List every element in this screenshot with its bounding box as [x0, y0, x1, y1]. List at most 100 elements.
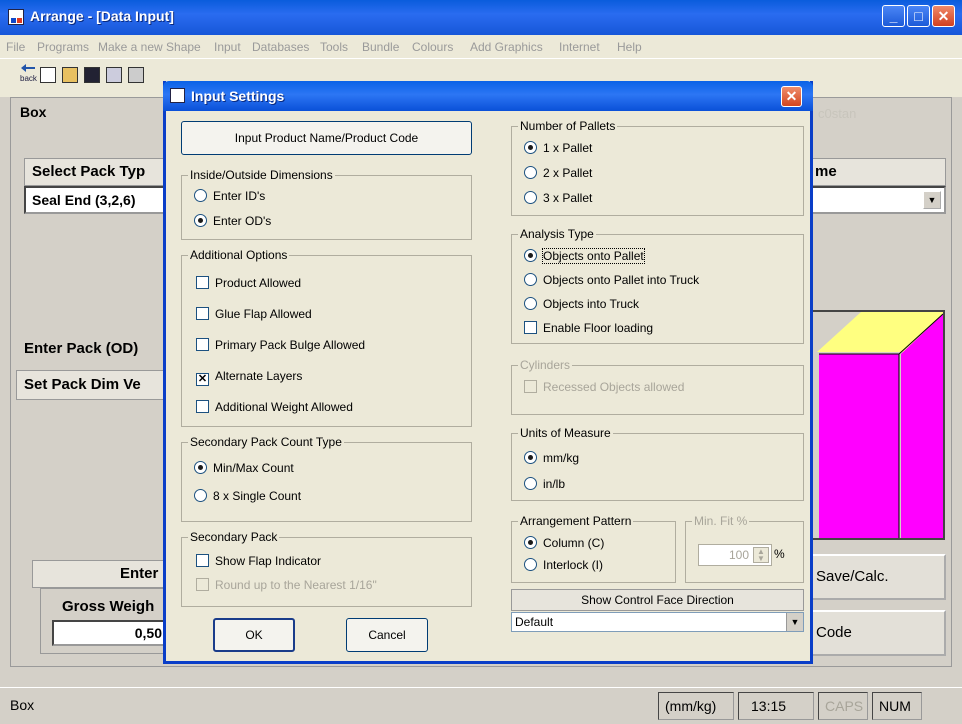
menu-make-shape[interactable]: Make a new Shape: [98, 40, 201, 54]
round-up-checkbox: Round up to the Nearest 1/16": [196, 578, 377, 592]
back-button[interactable]: back: [20, 63, 37, 83]
additional-weight-checkbox[interactable]: Additional Weight Allowed: [196, 400, 353, 414]
menu-input[interactable]: Input: [214, 40, 241, 54]
status-units: (mm/kg): [658, 692, 734, 720]
menu-bundle[interactable]: Bundle: [362, 40, 399, 54]
save-disk-icon[interactable]: [84, 67, 100, 83]
close-button[interactable]: ✕: [932, 5, 955, 27]
floor-loading-label: Enable Floor loading: [543, 321, 654, 335]
radio-icon: [524, 273, 537, 286]
enter-ids-label: Enter ID's: [213, 189, 266, 203]
menu-programs[interactable]: Programs: [37, 40, 89, 54]
radio-selected-icon: [194, 214, 207, 227]
input-settings-dialog: Input Settings ✕ Input Product Name/Prod…: [163, 81, 813, 664]
menu-file[interactable]: File: [6, 40, 25, 54]
input-product-name-button[interactable]: Input Product Name/Product Code: [181, 121, 472, 155]
min-max-count-radio[interactable]: Min/Max Count: [194, 461, 294, 475]
interlock-radio[interactable]: Interlock (I): [524, 558, 603, 572]
checkbox-disabled-icon: [196, 578, 209, 591]
objects-onto-pallet-radio[interactable]: Objects onto Pallet: [524, 248, 645, 264]
enter-ods-radio[interactable]: Enter OD's: [194, 214, 271, 228]
spinner-arrows-icon: ▲ ▼: [753, 547, 769, 563]
product-allowed-checkbox[interactable]: Product Allowed: [196, 276, 301, 290]
back-label: back: [20, 74, 37, 83]
status-num: NUM: [872, 692, 922, 720]
pallet-into-truck-label: Objects onto Pallet into Truck: [543, 273, 700, 287]
radio-icon: [194, 189, 207, 202]
menu-databases[interactable]: Databases: [252, 40, 309, 54]
radio-selected-icon: [524, 249, 537, 262]
dialog-close-button[interactable]: ✕: [781, 86, 802, 107]
gross-weight-field[interactable]: 0,50: [52, 620, 170, 646]
control-face-value: Default: [515, 615, 554, 629]
minimize-button[interactable]: _: [882, 5, 905, 27]
cylinders-legend: Cylinders: [518, 358, 573, 372]
min-fit-spinner: 100 ▲ ▼: [698, 544, 772, 566]
additional-options-group: Additional Options Product Allowed Glue …: [181, 248, 472, 427]
cancel-button[interactable]: Cancel: [346, 618, 428, 652]
chevron-down-icon[interactable]: ▼: [923, 191, 941, 209]
control-face-select[interactable]: Default ▼: [511, 612, 804, 632]
code-button[interactable]: Code: [800, 610, 946, 656]
print-icon[interactable]: [128, 67, 144, 83]
single-count-radio[interactable]: 8 x Single Count: [194, 489, 301, 503]
calculator-icon[interactable]: [106, 67, 122, 83]
floor-loading-checkbox[interactable]: Enable Floor loading: [524, 321, 653, 335]
two-pallet-label: 2 x Pallet: [543, 166, 593, 180]
arrangement-pattern-group: Arrangement Pattern Column (C) Interlock…: [511, 514, 676, 583]
recessed-objects-checkbox: Recessed Objects allowed: [524, 380, 684, 394]
dialog-titlebar: Input Settings ✕: [163, 81, 813, 111]
checkbox-disabled-icon: [524, 380, 537, 393]
in-lb-radio[interactable]: in/lb: [524, 477, 565, 491]
menu-add-graphics[interactable]: Add Graphics: [470, 40, 543, 54]
mm-kg-radio[interactable]: mm/kg: [524, 451, 579, 465]
menu-colours[interactable]: Colours: [412, 40, 453, 54]
min-fit-suffix: %: [774, 547, 785, 561]
min-fit-group: Min. Fit % 100 ▲ ▼ %: [685, 514, 804, 583]
secondary-pack-group: Secondary Pack Show Flap Indicator Round…: [181, 530, 472, 607]
objects-onto-pallet-label: Objects onto Pallet: [542, 248, 645, 264]
radio-icon: [194, 489, 207, 502]
enter-ids-radio[interactable]: Enter ID's: [194, 189, 265, 203]
maximize-button[interactable]: □: [907, 5, 930, 27]
ok-button[interactable]: OK: [213, 618, 295, 652]
new-file-icon[interactable]: [40, 67, 56, 83]
secondary-count-group: Secondary Pack Count Type Min/Max Count …: [181, 435, 472, 522]
open-folder-icon[interactable]: [62, 67, 78, 83]
set-pack-dim-label: Set Pack Dim Ve: [24, 376, 141, 393]
interlock-label: Interlock (I): [543, 558, 604, 572]
units-legend: Units of Measure: [518, 426, 613, 440]
radio-selected-icon: [194, 461, 207, 474]
primary-bulge-checkbox[interactable]: Primary Pack Bulge Allowed: [196, 338, 365, 352]
alternate-layers-checkbox[interactable]: ✕ Alternate Layers: [196, 369, 302, 386]
control-face-header: Show Control Face Direction: [511, 589, 804, 611]
save-calc-button[interactable]: Save/Calc.: [800, 554, 946, 600]
gross-weight-label: Gross Weigh: [62, 598, 155, 615]
three-pallet-radio[interactable]: 3 x Pallet: [524, 191, 592, 205]
one-pallet-radio[interactable]: 1 x Pallet: [524, 141, 592, 155]
menu-tools[interactable]: Tools: [320, 40, 348, 54]
inside-outside-group: Inside/Outside Dimensions Enter ID's Ent…: [181, 168, 472, 240]
recessed-objects-label: Recessed Objects allowed: [543, 380, 685, 394]
checkbox-icon: [524, 321, 537, 334]
glue-flap-checkbox[interactable]: Glue Flap Allowed: [196, 307, 312, 321]
column-radio[interactable]: Column (C): [524, 536, 604, 550]
pallet-into-truck-radio[interactable]: Objects onto Pallet into Truck: [524, 273, 699, 287]
cylinders-group: Cylinders Recessed Objects allowed: [511, 358, 804, 415]
select-pack-type-label: Select Pack Typ: [32, 163, 146, 180]
menu-internet[interactable]: Internet: [559, 40, 600, 54]
chevron-down-icon[interactable]: ▼: [786, 613, 803, 631]
radio-icon: [524, 191, 537, 204]
app-icon: [8, 9, 24, 25]
status-caps: CAPS: [818, 692, 868, 720]
name-field[interactable]: ▼: [806, 186, 946, 214]
objects-into-truck-radio[interactable]: Objects into Truck: [524, 297, 639, 311]
show-flap-checkbox[interactable]: Show Flap Indicator: [196, 554, 321, 568]
analysis-type-legend: Analysis Type: [518, 227, 596, 241]
pack-type-field[interactable]: Seal End (3,2,6): [24, 186, 170, 214]
one-pallet-label: 1 x Pallet: [543, 141, 593, 155]
menu-help[interactable]: Help: [617, 40, 642, 54]
two-pallet-radio[interactable]: 2 x Pallet: [524, 166, 592, 180]
min-fit-value: 100: [728, 548, 749, 562]
pallets-group: Number of Pallets 1 x Pallet 2 x Pallet …: [511, 119, 804, 216]
